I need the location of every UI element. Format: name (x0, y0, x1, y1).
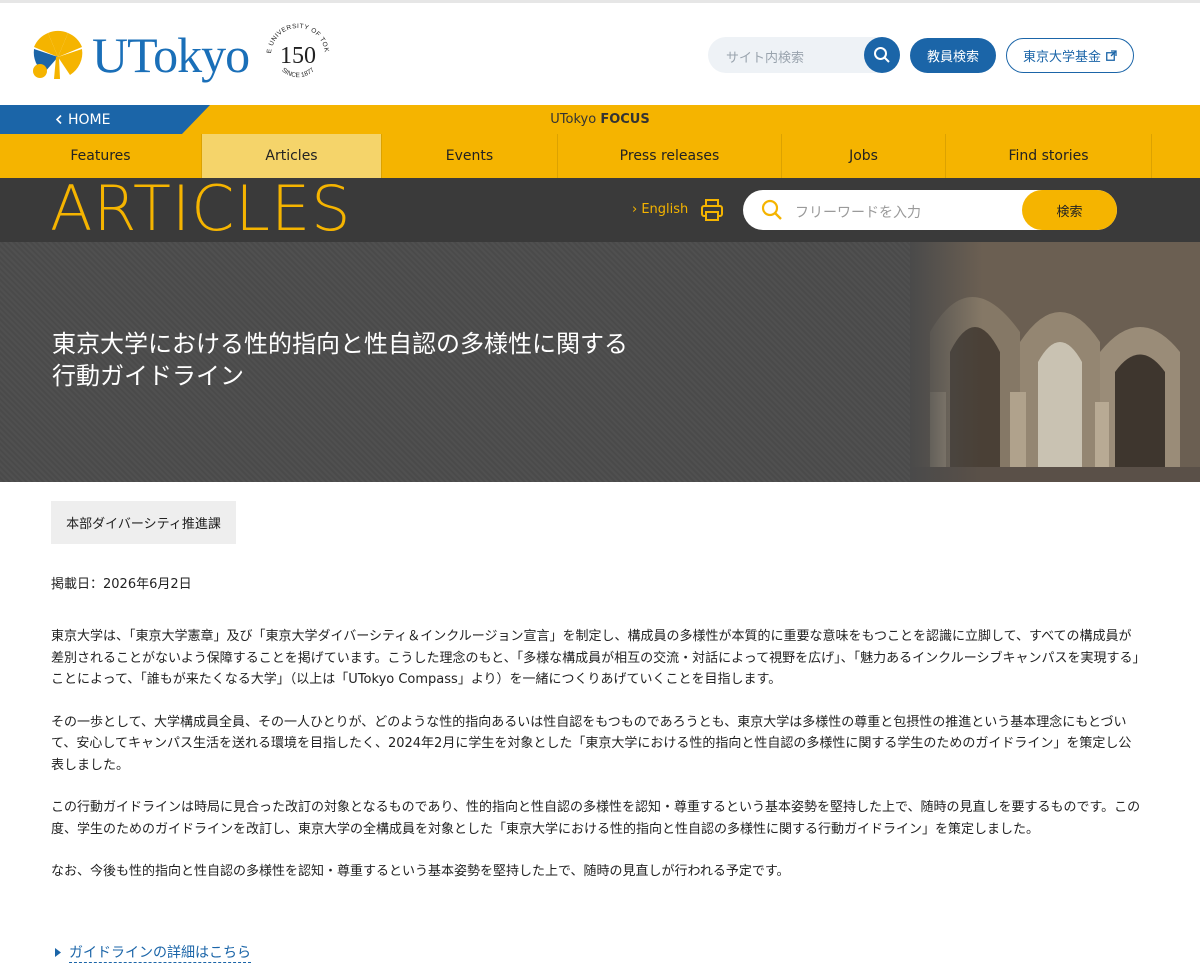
chevron-right-icon (55, 948, 61, 957)
article-title-line-2: 行動ガイドライン (52, 362, 244, 390)
hero-arcade-image (910, 242, 1200, 482)
focus-title-strong: FOCUS (600, 112, 650, 127)
department-tag[interactable]: 本部ダイバーシティ推進課 (51, 501, 236, 544)
article-paragraph: この行動ガイドラインは時局に見合った改訂の対象となるものであり、性的指向と性自認… (51, 800, 1141, 837)
site-search-field[interactable]: サイト内検索 (708, 37, 900, 73)
article-paragraph: その一歩として、大学構成員全員、その一人ひとりが、どのような性的指向あるいは性自… (51, 714, 1132, 773)
article-search-placeholder: フリーワードを入力 (795, 205, 921, 221)
external-link-icon (1106, 50, 1117, 61)
article-hero: 東京大学における性的指向と性自認の多様性に関する 行動ガイドライン (0, 242, 1200, 482)
publish-date: 掲載日：2026年6月2日 (51, 577, 192, 592)
anniversary-150-seal: THE UNIVERSITY OF TOKYO 150 SINCE 1877 (258, 13, 335, 92)
article-paragraph: なお、今後も性的指向と性自認の多様性を認知・尊重するという基本姿勢を堅持した上で… (51, 864, 790, 879)
search-icon (874, 47, 890, 63)
english-link-label: English (641, 202, 689, 217)
article-body: 東京大学は、「東京大学憲章」及び「東京大学ダイバーシティ＆インクルージョン宣言」… (51, 626, 1141, 904)
article-search-field[interactable]: フリーワードを入力 検索 (743, 190, 1117, 230)
section-title: ARTICLES (50, 172, 352, 245)
faculty-search-button[interactable]: 教員検索 (910, 38, 996, 73)
nav-item-press-releases[interactable]: Press releases (558, 134, 782, 178)
focus-title-prefix: UTokyo (550, 112, 601, 127)
chevron-right-icon: › (632, 202, 638, 217)
nav-item-jobs[interactable]: Jobs (782, 134, 946, 178)
nav-item-events[interactable]: Events (382, 134, 558, 178)
article-paragraph: 東京大学は、「東京大学憲章」及び「東京大学ダイバーシティ＆インクルージョン宣言」… (51, 629, 1139, 687)
chevron-left-icon (56, 115, 62, 124)
article-title-line-1: 東京大学における性的指向と性自認の多様性に関する (52, 330, 628, 358)
home-link[interactable]: HOME (0, 105, 210, 134)
print-icon[interactable] (700, 198, 724, 226)
search-icon (761, 199, 783, 225)
home-link-label: HOME (68, 111, 111, 128)
guideline-detail-link[interactable]: ガイドラインの詳細はこちら (55, 942, 251, 963)
ginkgo-leaf-icon (30, 27, 86, 83)
site-search-button[interactable] (864, 37, 900, 73)
nav-item-find-stories[interactable]: Find stories (946, 134, 1152, 178)
focus-bar: UTokyo FOCUS HOME (0, 105, 1200, 134)
article-search-button[interactable]: 検索 (1022, 190, 1117, 230)
articles-band: ARTICLES › English フリーワードを入力 検索 (0, 172, 1200, 245)
guideline-detail-link-label: ガイドラインの詳細はこちら (69, 942, 251, 963)
site-search-placeholder: サイト内検索 (726, 51, 805, 66)
fund-link-button[interactable]: 東京大学基金 (1006, 38, 1134, 73)
seal-number: 150 (280, 43, 316, 69)
english-link[interactable]: › English (632, 202, 688, 217)
article-title: 東京大学における性的指向と性自認の多様性に関する 行動ガイドライン (52, 328, 752, 392)
fund-link-label: 東京大学基金 (1022, 50, 1101, 65)
utokyo-logo[interactable]: UTokyo THE UNIVERSITY OF TOKYO 150 SINCE… (30, 13, 335, 87)
logo-wordmark: UTokyo (92, 27, 250, 83)
site-header: UTokyo THE UNIVERSITY OF TOKYO 150 SINCE… (0, 3, 1200, 105)
